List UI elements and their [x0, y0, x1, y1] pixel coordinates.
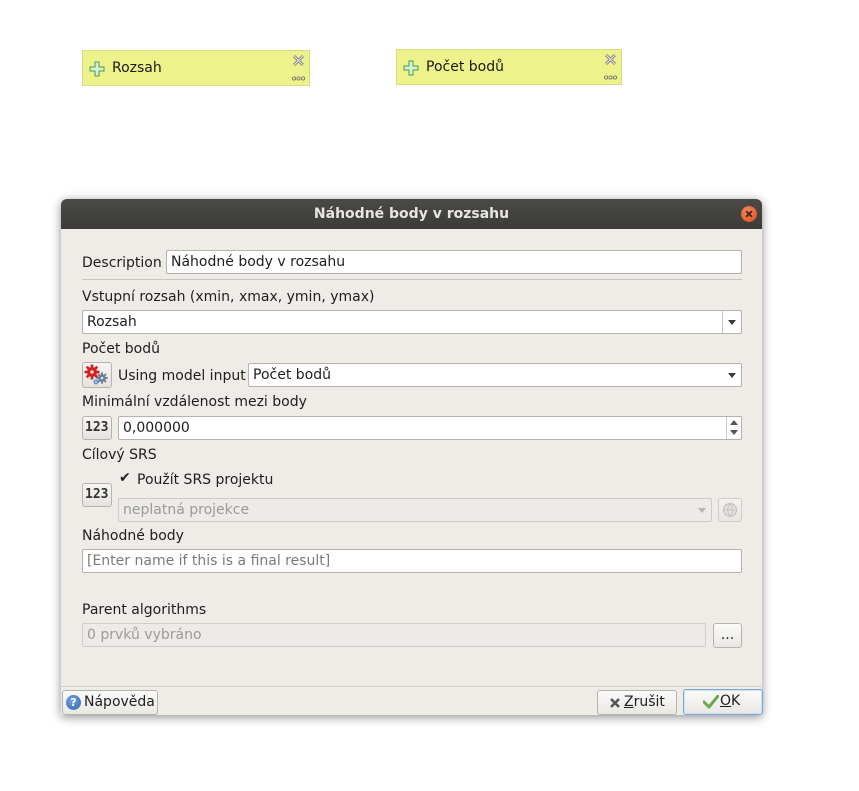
- chevron-down-icon[interactable]: [723, 364, 741, 386]
- checkmark-icon: [703, 695, 719, 709]
- remove-icon[interactable]: [604, 53, 617, 66]
- globe-icon: [723, 503, 737, 517]
- chevron-down-icon[interactable]: [693, 499, 711, 521]
- parent-algorithms-label: Parent algorithms: [82, 602, 207, 618]
- separator: [82, 279, 742, 280]
- title-bar[interactable]: Náhodné body v rozsahu: [61, 199, 762, 229]
- remove-icon[interactable]: [292, 54, 305, 67]
- point-count-select[interactable]: Počet bodů: [248, 363, 742, 387]
- chevron-down-icon[interactable]: [722, 311, 741, 333]
- output-label: Náhodné body: [82, 528, 184, 544]
- ok-button[interactable]: OK: [683, 689, 763, 715]
- more-icon[interactable]: [292, 76, 305, 81]
- min-distance-spinbox[interactable]: 0,000000: [118, 416, 742, 440]
- parent-algorithms-field: 0 prvků vybráno: [82, 623, 706, 647]
- ok-label: OK: [720, 693, 741, 709]
- crs-value: neplatná projekce: [123, 502, 250, 518]
- number-type-button[interactable]: 123: [82, 416, 112, 440]
- plus-icon: [403, 60, 419, 76]
- separator: [61, 686, 762, 687]
- spin-buttons[interactable]: [726, 417, 741, 439]
- output-placeholder: [Enter name if this is a final result]: [87, 553, 331, 569]
- model-input-button[interactable]: [82, 362, 112, 388]
- help-icon: ?: [66, 695, 81, 710]
- browse-label: ...: [720, 627, 735, 643]
- number-icon: 123: [85, 420, 109, 435]
- min-distance-label: Minimální vzdálenost mezi body: [82, 394, 307, 410]
- description-input[interactable]: Náhodné body v rozsahu: [166, 250, 742, 274]
- algorithm-dialog: Náhodné body v rozsahu Description Náhod…: [61, 199, 763, 715]
- point-count-value: Počet bodů: [253, 367, 331, 383]
- description-value: Náhodné body v rozsahu: [171, 254, 346, 270]
- point-count-mode: Using model input: [118, 368, 246, 384]
- crs-type-button[interactable]: 123: [82, 483, 112, 507]
- crs-select[interactable]: neplatná projekce: [118, 498, 712, 522]
- browse-button[interactable]: ...: [713, 623, 742, 648]
- extent-value: Rozsah: [87, 314, 137, 330]
- extent-select[interactable]: Rozsah: [82, 310, 742, 334]
- node-label: Počet bodů: [426, 59, 504, 75]
- more-icon[interactable]: [604, 75, 617, 80]
- cancel-button[interactable]: Zrušit: [597, 690, 677, 715]
- cancel-label: Zrušit: [624, 694, 665, 710]
- checkbox-checked-icon[interactable]: ✔: [119, 471, 132, 485]
- dialog-title: Náhodné body v rozsahu: [313, 206, 510, 222]
- help-label: Nápověda: [84, 694, 155, 710]
- node-label: Rozsah: [112, 60, 162, 76]
- close-icon[interactable]: [741, 206, 757, 222]
- gears-icon: [84, 364, 108, 385]
- target-crs-label: Cílový SRS: [82, 447, 157, 463]
- crs-selector-button[interactable]: [718, 498, 742, 522]
- model-node-rozsah[interactable]: Rozsah: [82, 50, 310, 86]
- min-distance-value: 0,000000: [123, 420, 190, 436]
- use-project-crs-label: Použít SRS projektu: [137, 472, 274, 488]
- output-name-input[interactable]: [Enter name if this is a final result]: [82, 549, 742, 573]
- extent-label: Vstupní rozsah (xmin, xmax, ymin, ymax): [82, 289, 375, 305]
- number-icon: 123: [85, 487, 109, 502]
- model-node-pocet-bodu[interactable]: Počet bodů: [396, 49, 622, 85]
- description-label: Description: [82, 255, 162, 271]
- parent-algorithms-value: 0 prvků vybráno: [87, 627, 202, 643]
- cancel-icon: [610, 698, 620, 708]
- help-button[interactable]: ? Nápověda: [62, 690, 158, 715]
- point-count-label: Počet bodů: [82, 341, 160, 357]
- plus-icon: [89, 61, 105, 77]
